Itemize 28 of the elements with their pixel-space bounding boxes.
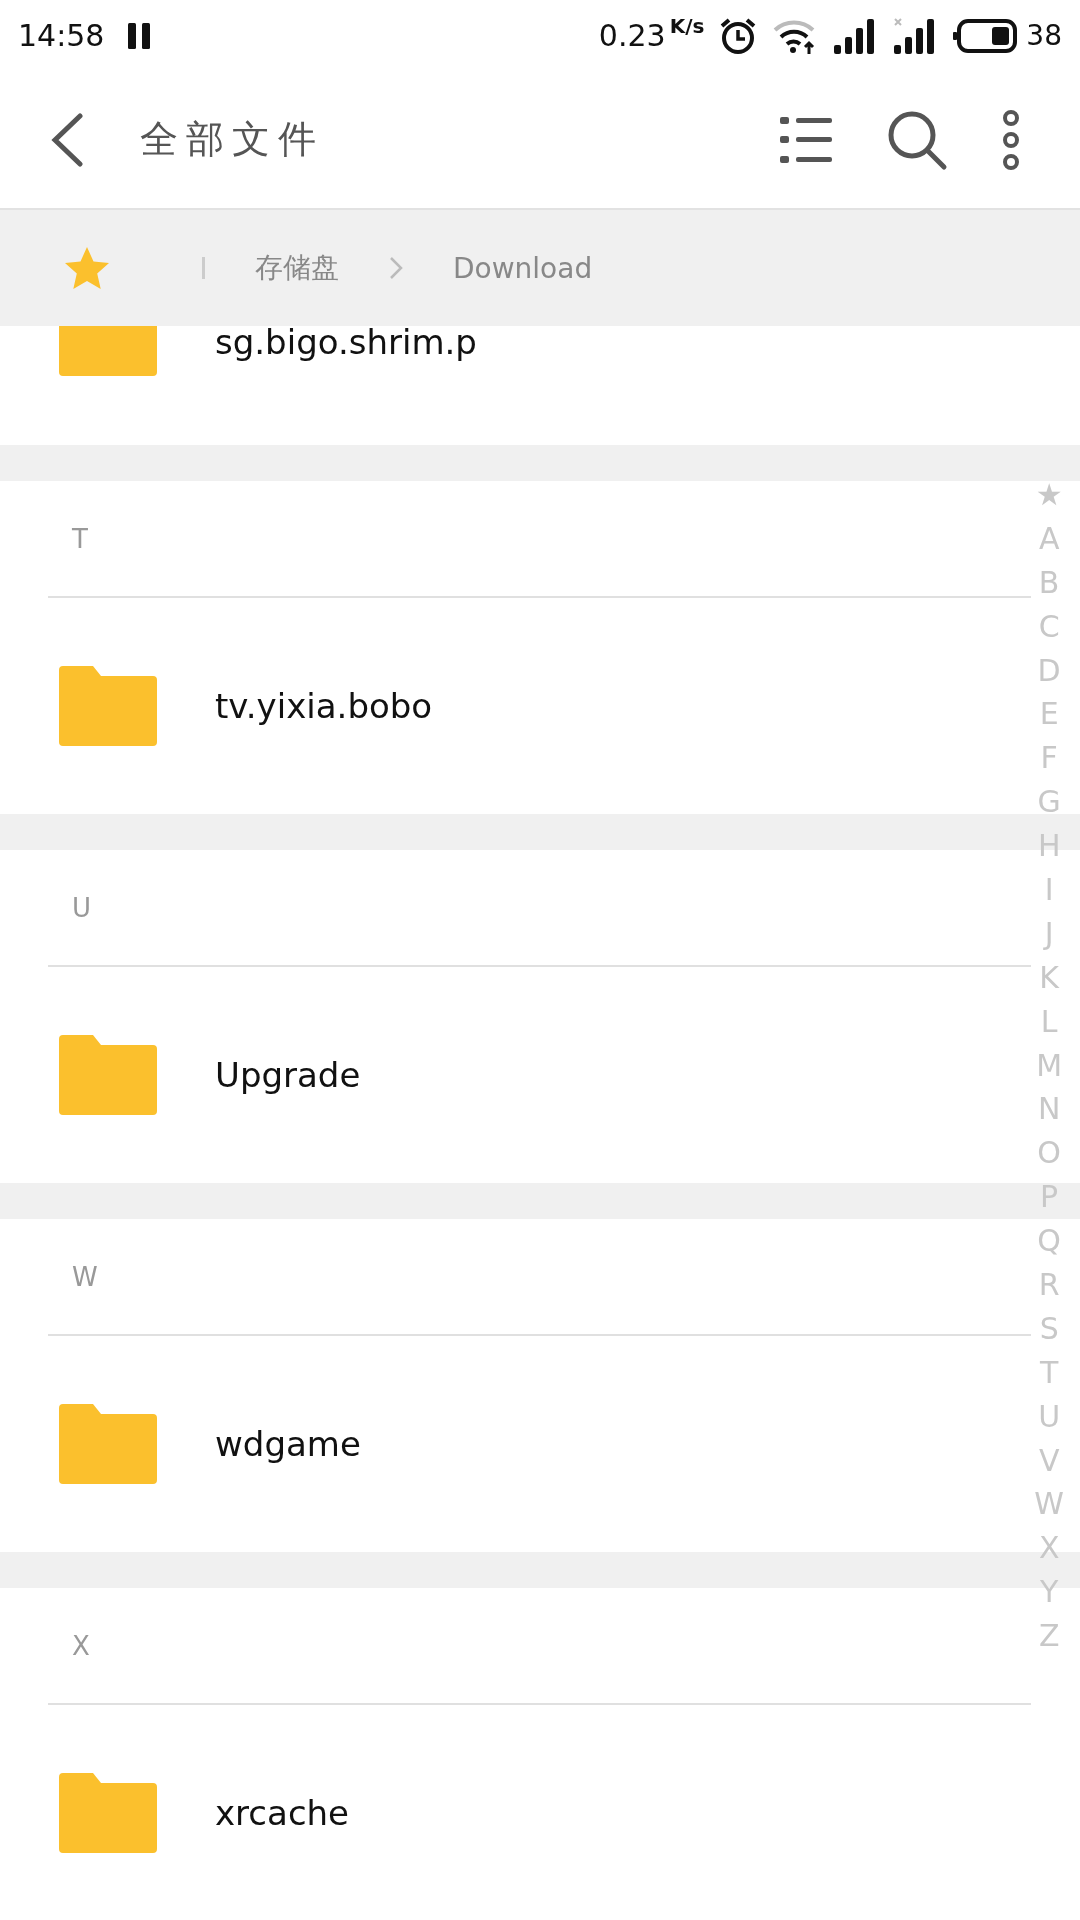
folder-icon xyxy=(59,1773,157,1853)
folder-icon xyxy=(59,1035,157,1115)
more-icon[interactable] xyxy=(1000,108,1022,171)
folder-icon xyxy=(59,326,157,376)
chevron-icon xyxy=(389,256,403,280)
speed-unit: K/s xyxy=(669,14,705,38)
battery-level: 38 xyxy=(1026,19,1062,52)
folder-name[interactable]: wdgame xyxy=(215,1424,361,1464)
breadcrumb-item[interactable]: 存储盘 xyxy=(255,249,339,287)
index-letter[interactable]: ★ xyxy=(1035,473,1063,517)
section-letter: X xyxy=(72,1630,90,1661)
folder-name[interactable]: sg.bigo.shrim.p xyxy=(215,326,477,362)
section-letter: W xyxy=(72,1261,98,1292)
page-title: 全部文件 xyxy=(140,116,324,163)
clock-time: 14:58 xyxy=(18,18,105,53)
pause-icon xyxy=(126,20,153,51)
folder-icon xyxy=(59,666,157,746)
section-letter: U xyxy=(72,892,92,923)
breadcrumb-item[interactable]: Download xyxy=(453,251,593,285)
folder-icon xyxy=(59,1404,157,1484)
folder-name[interactable]: Upgrade xyxy=(215,1055,361,1095)
back-icon[interactable] xyxy=(50,112,84,167)
folder-name[interactable]: xrcache xyxy=(215,1793,350,1833)
network-speed: 0.23 xyxy=(598,18,666,53)
folder-name[interactable]: tv.yixia.bobo xyxy=(215,686,433,726)
section-letter: T xyxy=(72,523,88,554)
battery-icon xyxy=(952,17,1019,54)
star-icon[interactable] xyxy=(64,246,110,290)
